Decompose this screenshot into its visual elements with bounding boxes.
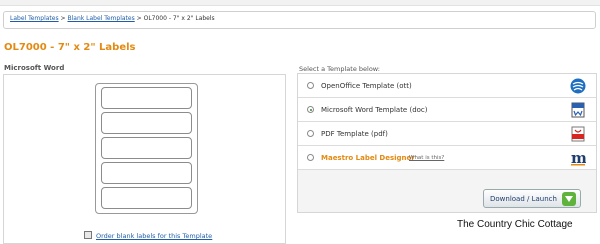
download-button-label: Download / Launch (490, 195, 557, 203)
word-doc-icon (571, 102, 585, 118)
order-blank-labels-link[interactable]: Order blank labels for this Template (84, 231, 212, 240)
option-label: Microsoft Word Template (doc) (321, 106, 428, 114)
template-option-maestro[interactable]: Maestro Label Designer What is this? m (298, 146, 596, 170)
openoffice-icon (570, 78, 586, 94)
label-cell (101, 112, 192, 134)
maestro-m-icon: m (571, 150, 586, 166)
template-option-word[interactable]: Microsoft Word Template (doc) (298, 98, 596, 122)
radio-maestro[interactable] (307, 154, 314, 161)
breadcrumb-separator: > (136, 15, 142, 22)
download-launch-button[interactable]: Download / Launch (483, 189, 581, 208)
pdf-icon (571, 126, 585, 142)
breadcrumb-current: OL7000 - 7" x 2" Labels (143, 15, 215, 22)
radio-word[interactable] (307, 106, 314, 113)
label-cell (101, 87, 192, 109)
label-cell (101, 137, 192, 159)
option-label: PDF Template (pdf) (321, 130, 388, 138)
breadcrumb-blank-label-templates[interactable]: Blank Label Templates (67, 15, 134, 22)
label-cell (101, 187, 192, 209)
template-option-openoffice[interactable]: OpenOffice Template (ott) (298, 74, 596, 98)
page-title: OL7000 - 7" x 2" Labels (4, 42, 136, 53)
template-options-panel: OpenOffice Template (ott) Microsoft Word… (297, 73, 597, 213)
breadcrumb-label-templates[interactable]: Label Templates (10, 15, 59, 22)
option-label: Maestro Label Designer (321, 154, 415, 162)
option-label: OpenOffice Template (ott) (321, 82, 412, 90)
what-is-this-link[interactable]: What is this? (409, 155, 444, 161)
top-bar (0, 0, 600, 6)
breadcrumb-separator: > (60, 15, 66, 22)
cart-icon (84, 231, 92, 239)
breadcrumb: Label Templates > Blank Label Templates … (3, 11, 596, 29)
preview-format-label: Microsoft Word (4, 64, 65, 72)
radio-openoffice[interactable] (307, 82, 314, 89)
template-select-heading: Select a Template below: (299, 65, 380, 73)
svg-text:m: m (571, 150, 586, 166)
template-option-pdf[interactable]: PDF Template (pdf) (298, 122, 596, 146)
template-preview-panel: Order blank labels for this Template (3, 74, 286, 244)
radio-pdf[interactable] (307, 130, 314, 137)
order-link-text: Order blank labels for this Template (96, 232, 213, 240)
label-sheet-preview (95, 83, 198, 214)
download-arrow-icon (562, 192, 576, 206)
watermark: The Country Chic Cottage (457, 219, 573, 230)
label-cell (101, 162, 192, 184)
